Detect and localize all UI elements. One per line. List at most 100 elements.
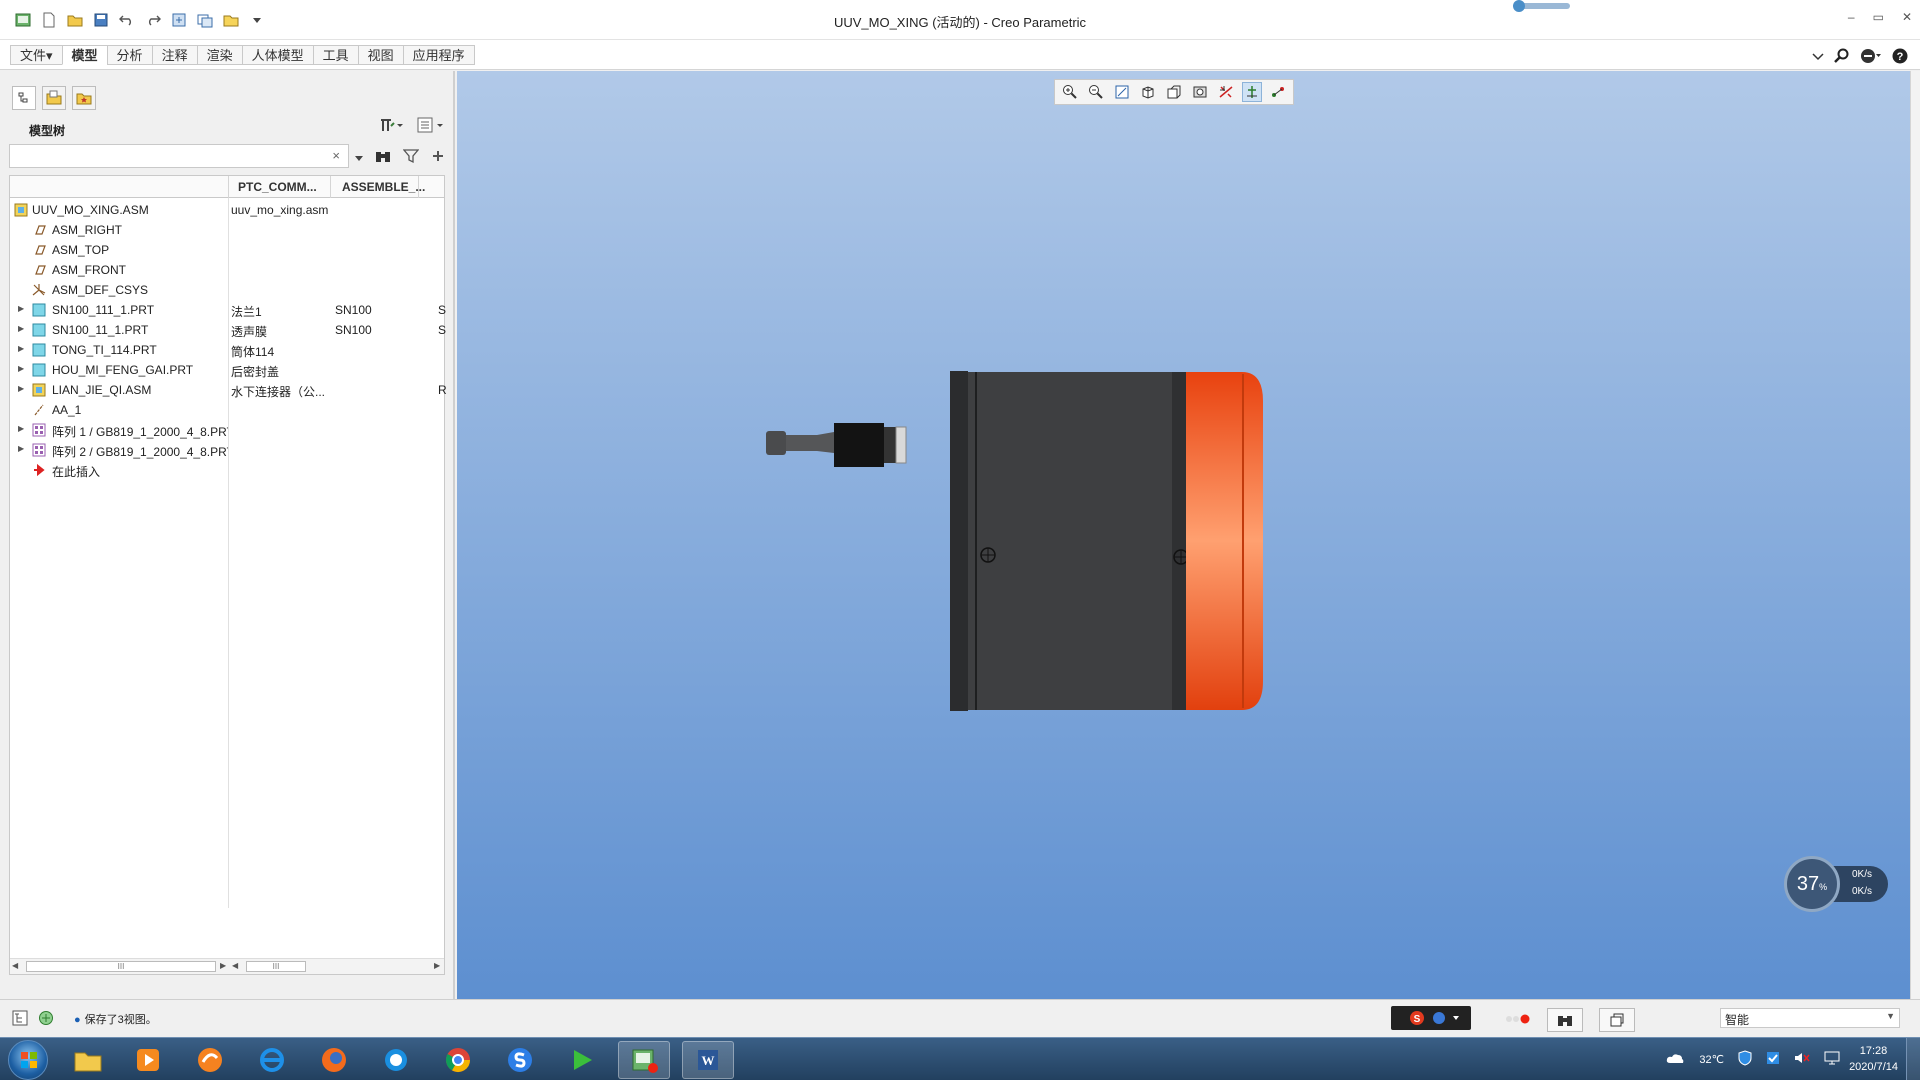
- taskbar-creo[interactable]: [618, 1041, 670, 1079]
- rear-cap[interactable]: [1186, 372, 1263, 710]
- uuv-model[interactable]: [766, 371, 1263, 711]
- expand-icon[interactable]: ▶: [18, 444, 24, 453]
- ime-toolbar[interactable]: S: [1391, 1006, 1471, 1030]
- taskbar-firefox[interactable]: [308, 1041, 360, 1079]
- flange[interactable]: [950, 371, 968, 711]
- taskbar-sogou[interactable]: [494, 1041, 546, 1079]
- taskbar-word[interactable]: W: [682, 1041, 734, 1079]
- column-header-assembler[interactable]: ASSEMBLE_...: [342, 180, 425, 194]
- minimize-ribbon-icon[interactable]: [1812, 51, 1824, 65]
- favorites-tab[interactable]: [72, 86, 96, 110]
- volume-muted-icon[interactable]: [1794, 1051, 1810, 1068]
- toggle-browser-icon[interactable]: [38, 1010, 54, 1029]
- rear-ring[interactable]: [1172, 372, 1186, 710]
- scroll-left-icon[interactable]: ◀: [12, 961, 18, 970]
- connector-shaft[interactable]: [786, 432, 834, 453]
- tree-row[interactable]: ▶ LIAN_JIE_QI.ASM 水下连接器（公... R: [10, 380, 447, 400]
- security-shield-icon[interactable]: [1738, 1050, 1752, 1069]
- add-icon[interactable]: [431, 149, 445, 166]
- tree-row[interactable]: ▶ SN100_111_1.PRT 法兰1 SN100 S: [10, 300, 446, 320]
- expand-icon[interactable]: ▶: [18, 384, 24, 393]
- connector-tip[interactable]: [766, 431, 786, 455]
- scroll-right-icon[interactable]: ▶: [434, 961, 440, 970]
- tree-horizontal-scrollbar[interactable]: ◀ III ▶ ◀ III ▶: [10, 958, 444, 974]
- community-icon[interactable]: [1860, 48, 1882, 67]
- start-button[interactable]: [8, 1040, 48, 1080]
- tab-applications[interactable]: 应用程序: [402, 45, 475, 65]
- cylinder-body[interactable]: [968, 372, 1186, 710]
- selection-box-button[interactable]: [1599, 1008, 1635, 1032]
- show-icon[interactable]: [417, 117, 445, 136]
- title-slider-knob[interactable]: [1513, 0, 1525, 12]
- selection-filter-dropdown[interactable]: 智能 ▼: [1720, 1008, 1900, 1028]
- tree-row[interactable]: ▶ SN100_11_1.PRT 透声膜 SN100 S: [10, 320, 446, 340]
- expand-icon[interactable]: ▶: [18, 424, 24, 433]
- display-icon[interactable]: [1824, 1051, 1840, 1068]
- close-button[interactable]: ✕: [1902, 10, 1912, 24]
- taskbar-ie[interactable]: [246, 1041, 298, 1079]
- find-icon[interactable]: [375, 148, 391, 167]
- tree-search-input[interactable]: ×: [9, 144, 349, 168]
- toggle-navigator-icon[interactable]: [12, 1010, 28, 1029]
- tab-view[interactable]: 视图: [357, 45, 403, 65]
- scroll-right-icon[interactable]: ▶: [220, 961, 226, 970]
- expand-icon[interactable]: ▶: [18, 364, 24, 373]
- sogou-icon: [508, 1048, 532, 1072]
- expand-icon[interactable]: ▶: [18, 324, 24, 333]
- column-divider[interactable]: [228, 176, 229, 198]
- maximize-button[interactable]: ▭: [1873, 10, 1884, 24]
- show-desktop-button[interactable]: [1906, 1038, 1920, 1080]
- tree-row[interactable]: ▶ TONG_TI_114.PRT 筒体114: [10, 340, 444, 360]
- network-meter-widget[interactable]: 0K/s 0K/s 37%: [1784, 856, 1904, 912]
- tree-row[interactable]: ASM_DEF_CSYS: [10, 280, 444, 300]
- scroll-left-icon[interactable]: ◀: [232, 961, 238, 970]
- folder-browser-tab[interactable]: [42, 86, 66, 110]
- tab-analysis[interactable]: 分析: [106, 45, 152, 65]
- minimize-button[interactable]: –: [1848, 10, 1855, 24]
- connector-body[interactable]: [834, 423, 884, 467]
- taskbar-chrome[interactable]: [432, 1041, 484, 1079]
- column-header-ptc-common-name[interactable]: PTC_COMM...: [238, 180, 317, 194]
- system-clock[interactable]: 17:28 2020/7/14: [1849, 1043, 1898, 1075]
- tree-row[interactable]: ▶ HOU_MI_FENG_GAI.PRT 后密封盖: [10, 360, 444, 380]
- help-icon[interactable]: ?: [1892, 48, 1908, 67]
- settings-icon[interactable]: [379, 117, 405, 136]
- expand-icon[interactable]: ▶: [18, 344, 24, 353]
- ribbon-tabs: 文件▾ 模型 分析 注释 渲染 人体模型 工具 视图 应用程序: [10, 45, 475, 65]
- model-3d-view[interactable]: [457, 71, 1910, 999]
- scroll-thumb[interactable]: III: [26, 961, 216, 972]
- graphics-window[interactable]: 0K/s 0K/s 37%: [457, 71, 1910, 999]
- network-check-icon[interactable]: [1766, 1051, 1780, 1068]
- tab-manikin[interactable]: 人体模型: [241, 45, 313, 65]
- search-icon[interactable]: [1834, 48, 1850, 67]
- tab-file[interactable]: 文件▾: [10, 45, 62, 65]
- connector-washer[interactable]: [895, 426, 907, 464]
- tab-model[interactable]: 模型: [61, 45, 107, 65]
- weather-icon[interactable]: [1665, 1051, 1685, 1068]
- find-button[interactable]: [1547, 1008, 1583, 1032]
- taskbar-media-player[interactable]: [122, 1041, 174, 1079]
- tree-row[interactable]: ASM_RIGHT: [10, 220, 444, 240]
- tree-row[interactable]: ASM_TOP: [10, 240, 444, 260]
- filter-icon[interactable]: [402, 148, 420, 167]
- taskbar-app-orange[interactable]: [184, 1041, 236, 1079]
- tab-tools[interactable]: 工具: [312, 45, 358, 65]
- tree-row[interactable]: ASM_FRONT: [10, 260, 444, 280]
- search-dropdown-icon[interactable]: [355, 151, 363, 165]
- connector-nut[interactable]: [884, 427, 896, 463]
- tree-row[interactable]: ▶ 阵列 1 / GB819_1_2000_4_8.PRT: [10, 420, 444, 440]
- model-tree-tab[interactable]: [12, 86, 36, 110]
- taskbar-browser-blue[interactable]: [370, 1041, 422, 1079]
- taskbar-video-player[interactable]: [556, 1041, 608, 1079]
- tree-row[interactable]: AA_1: [10, 400, 444, 420]
- tab-render[interactable]: 渲染: [196, 45, 242, 65]
- column-divider[interactable]: [330, 176, 331, 198]
- expand-icon[interactable]: ▶: [18, 304, 24, 313]
- tree-row[interactable]: ▶ 阵列 2 / GB819_1_2000_4_8.PRT: [10, 440, 444, 460]
- clear-search-icon[interactable]: ×: [332, 148, 340, 163]
- scroll-thumb[interactable]: III: [246, 961, 306, 972]
- tab-annotate[interactable]: 注释: [151, 45, 197, 65]
- tree-row-insert-here[interactable]: 在此插入: [10, 460, 444, 480]
- tree-row-root[interactable]: UUV_MO_XING.ASM uuv_mo_xing.asm: [10, 200, 444, 220]
- taskbar-explorer[interactable]: [62, 1041, 114, 1079]
